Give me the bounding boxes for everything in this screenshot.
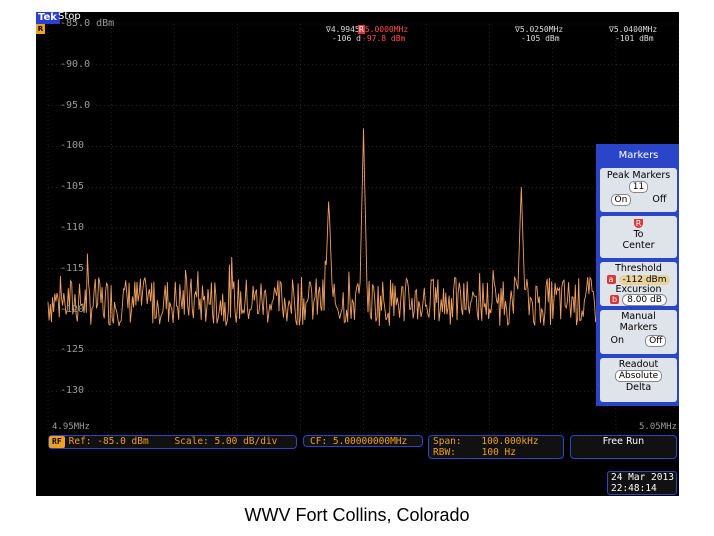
y-tick-label: -90.0 bbox=[60, 58, 91, 70]
to-center-button[interactable]: R To Center bbox=[600, 216, 677, 258]
y-tick-label: -105 bbox=[60, 181, 85, 193]
knob-b-icon: b bbox=[610, 295, 620, 304]
span-value: 100.000kHz bbox=[481, 436, 539, 447]
ref-level: Ref: -85.0 dBm bbox=[68, 436, 149, 447]
rbw-label: RBW: bbox=[433, 447, 456, 458]
scale: Scale: 5.00 dB/div bbox=[174, 436, 278, 447]
peak-markers-count: 11 bbox=[628, 181, 649, 193]
readout-delta[interactable]: Delta bbox=[600, 382, 677, 393]
manual-markers-line2: Markers bbox=[619, 322, 658, 333]
manual-markers-button[interactable]: Manual Markers On Off bbox=[600, 310, 677, 354]
manual-markers-line1: Manual bbox=[621, 311, 656, 322]
span-rbw-readout[interactable]: Span: 100.000kHz RBW: 100 Hz bbox=[428, 435, 564, 459]
center-frequency-readout[interactable]: CF: 5.00000000MHz bbox=[303, 435, 423, 447]
x-start-label: 4.95MHz bbox=[52, 422, 90, 432]
excursion-label: Excursion bbox=[615, 284, 662, 295]
y-tick-label: -120 bbox=[60, 303, 85, 315]
span-label: Span: bbox=[433, 436, 462, 447]
datetime-readout: 24 Mar 2013 22:48:14 bbox=[607, 471, 677, 495]
reference-indicator: R bbox=[36, 24, 45, 34]
menu-title: Markers bbox=[618, 150, 659, 161]
oscilloscope-screen: Tek Stop R -85.0 dBm -90.0 -95.0 -100 -105 -1… bbox=[36, 12, 679, 496]
manual-markers-on[interactable]: On bbox=[611, 335, 625, 347]
marker-readout-3: ∇5.0250MHz -105 dBm bbox=[515, 25, 564, 43]
peak-markers-off[interactable]: Off bbox=[652, 194, 666, 206]
y-tick-label: -85.0 dBm bbox=[60, 18, 115, 29]
peak-markers-label: Peak Markers bbox=[606, 170, 671, 181]
time: 22:48:14 bbox=[611, 483, 657, 494]
image-caption: WWV Fort Collins, Colorado bbox=[244, 505, 470, 525]
readout-absolute[interactable]: Absolute bbox=[614, 370, 663, 382]
ref-marker-icon: R bbox=[634, 219, 643, 228]
ref-marker-icon: R bbox=[358, 25, 365, 34]
reference-scale-readout[interactable]: RF Ref: -85.0 dBm Scale: 5.00 dB/div bbox=[48, 435, 297, 449]
brand-logo: Tek bbox=[36, 12, 60, 24]
rbw-value: 100 Hz bbox=[481, 447, 516, 458]
knob-a-icon: a bbox=[606, 275, 616, 284]
marker-readout-4: ∇5.0400MHz -101 dBm bbox=[609, 25, 658, 43]
to-center-line2: Center bbox=[622, 240, 655, 251]
y-tick-label: -125 bbox=[60, 344, 85, 356]
date: 24 Mar 2013 bbox=[611, 472, 674, 483]
y-tick-label: -115 bbox=[60, 262, 85, 274]
readout-button[interactable]: Readout Absolute Delta bbox=[600, 358, 677, 402]
y-tick-label: -110 bbox=[60, 222, 85, 233]
y-tick-label: -130 bbox=[60, 385, 85, 397]
y-tick-label: -95.0 bbox=[60, 99, 91, 111]
marker-readout-ref: R5.0000MHz -97.8 dBm bbox=[358, 25, 409, 43]
threshold-excursion-button[interactable]: Threshold a -112 dBm Excursion b 8.00 dB bbox=[600, 262, 677, 306]
peak-markers-on[interactable]: On bbox=[610, 194, 632, 206]
spectrum-plot bbox=[47, 23, 679, 433]
trigger-mode-readout[interactable]: Free Run bbox=[570, 435, 677, 459]
threshold-label: Threshold bbox=[615, 263, 662, 274]
readout-label: Readout bbox=[618, 359, 659, 370]
to-center-line1: To bbox=[633, 229, 644, 240]
y-tick-label: -100 bbox=[60, 140, 85, 152]
marker-readout-1: ∇4.9945 -106 d bbox=[326, 25, 361, 43]
rf-tag: RF bbox=[49, 436, 65, 448]
peak-markers-button[interactable]: Peak Markers 11 On Off bbox=[600, 168, 677, 212]
excursion-value[interactable]: 8.00 dB bbox=[622, 294, 667, 306]
manual-markers-off[interactable]: Off bbox=[645, 335, 667, 347]
markers-side-menu: Markers Peak Markers 11 On Off R To Cent… bbox=[596, 144, 679, 406]
x-end-label: 5.05MHz bbox=[639, 422, 677, 432]
